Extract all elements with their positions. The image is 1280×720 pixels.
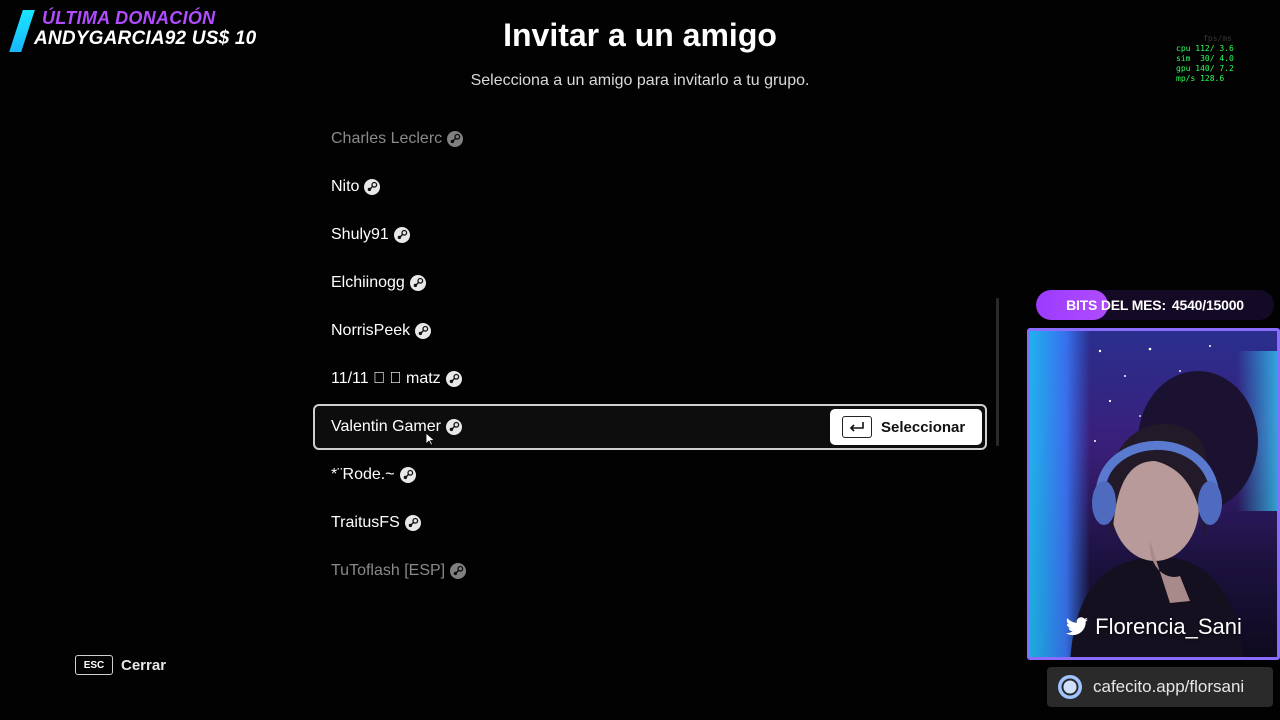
friend-row[interactable]: NorrisPeek <box>313 308 987 354</box>
friend-row[interactable]: Nito <box>313 164 987 210</box>
page-subtitle: Selecciona a un amigo para invitarlo a t… <box>470 72 810 89</box>
page-title: Invitar a un amigo <box>503 17 777 53</box>
mouse-cursor-icon <box>425 432 435 446</box>
steam-icon <box>409 275 426 291</box>
webcam-handle-text: Florencia_Sani <box>1095 614 1242 639</box>
steam-icon <box>450 563 467 579</box>
steam-icon <box>445 419 462 435</box>
friend-row[interactable]: Elchiinogg <box>313 260 987 306</box>
cafecito-link: cafecito.app/florsani <box>1093 677 1245 696</box>
steam-icon <box>404 515 421 531</box>
friend-name: Charles Leclerc <box>331 130 443 147</box>
friend-name: Shuly91 <box>331 226 389 243</box>
friend-name: Elchiinogg <box>331 274 405 291</box>
select-button-label: Seleccionar <box>881 418 966 436</box>
webcam-frame: Florencia_Sani <box>1027 328 1280 660</box>
steam-icon <box>399 467 416 483</box>
close-label: Cerrar <box>121 656 167 674</box>
close-hint[interactable]: ESC Cerrar <box>75 655 166 675</box>
steam-icon <box>445 371 462 387</box>
list-scrollbar[interactable] <box>996 298 999 446</box>
bits-value: 4540/15000 <box>1171 297 1244 313</box>
friend-name: *¨Rode.~ <box>331 466 395 483</box>
steam-icon <box>393 227 410 243</box>
enter-key-icon <box>842 416 872 438</box>
bits-text: BITS DEL MES: 4540/15000 <box>1036 290 1274 320</box>
friend-name: Nito <box>331 178 360 195</box>
cafecito-icon <box>1058 675 1082 699</box>
friend-name: TuToflash [ESP] <box>331 562 446 579</box>
friend-row[interactable]: TraitusFS <box>313 500 987 546</box>
friend-list: Charles Leclerc Nito Shuly91 Elchiinogg … <box>313 116 987 596</box>
steam-icon <box>364 179 381 195</box>
twitter-icon <box>1066 617 1089 636</box>
friend-row[interactable]: TuToflash [ESP] <box>313 548 987 594</box>
esc-key-badge: ESC <box>75 655 113 675</box>
select-button[interactable]: Seleccionar <box>830 409 982 445</box>
steam-icon <box>447 131 464 147</box>
friend-row[interactable]: 11/11     matz <box>313 356 987 402</box>
perf-line-sim: sim 30/ 4.0 <box>1176 54 1234 63</box>
steam-icon <box>415 323 432 339</box>
friend-row-selected[interactable]: Valentin Gamer Seleccionar <box>313 404 987 450</box>
friend-row[interactable]: *¨Rode.~ <box>313 452 987 498</box>
cafecito-banner[interactable]: cafecito.app/florsani <box>1047 667 1273 707</box>
friend-name: NorrisPeek <box>331 322 411 339</box>
bits-label: BITS DEL MES: <box>1066 297 1166 313</box>
friend-row[interactable]: Charles Leclerc <box>313 116 987 162</box>
webcam-handle: Florencia_Sani <box>1030 607 1277 647</box>
bits-progress-bar: BITS DEL MES: 4540/15000 <box>1036 290 1274 320</box>
friend-name: 11/11     matz <box>331 370 441 387</box>
friend-name: TraitusFS <box>331 514 400 531</box>
friend-row[interactable]: Shuly91 <box>313 212 987 258</box>
